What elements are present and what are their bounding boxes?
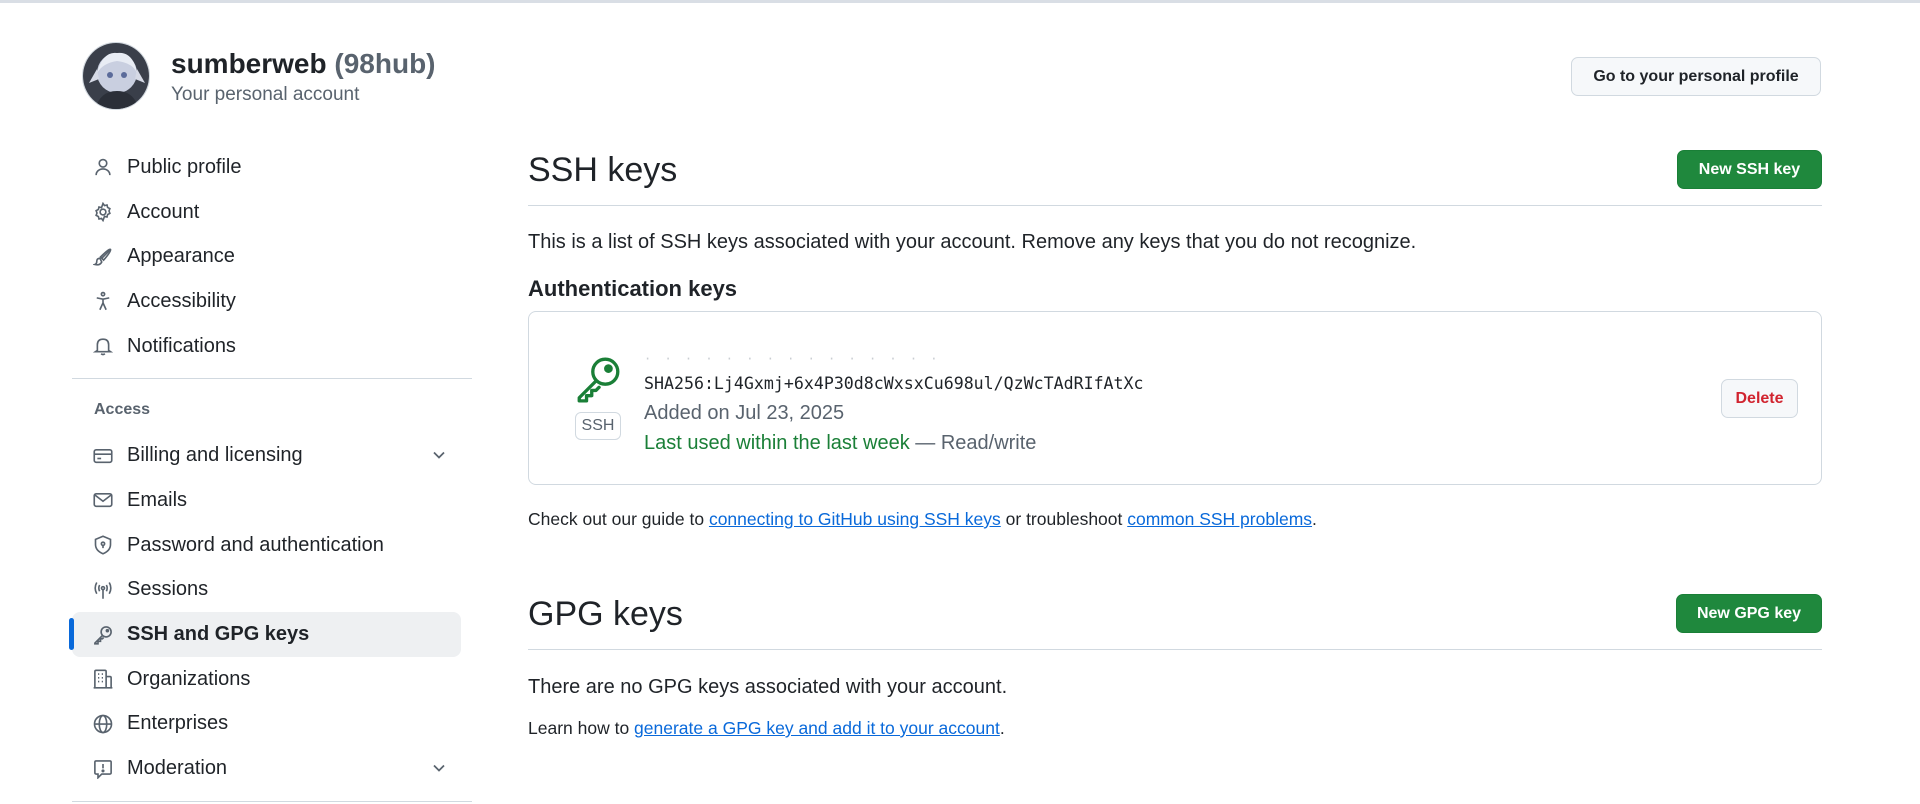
sidebar-item-label: Sessions [127,578,209,601]
authentication-keys-heading: Authentication keys [528,276,738,301]
sidebar-item-label: Notifications [127,334,236,357]
ssh-key-item: SSH · · · · · · · · · · · · · · · SHA256… [528,311,1822,485]
sidebar-item-notifications[interactable]: Notifications [72,324,461,369]
gpg-keys-header: GPG keys [528,584,1822,650]
ssh-help-text: Check out our guide to connecting to Git… [528,509,1317,530]
key-access-level: — Read/write [915,432,1037,454]
paintbrush-icon [92,246,114,268]
sidebar-item-ssh-gpg-keys[interactable]: SSH and GPG keys [69,612,461,657]
avatar[interactable] [82,42,150,110]
help-prefix: Learn how to [528,718,635,738]
key-icon [92,624,114,646]
sidebar-item-accessibility[interactable]: Accessibility [72,279,461,324]
chevron-down-icon[interactable] [429,445,449,465]
account-handle: (98hub) [334,47,436,79]
ssh-keys-title: SSH keys [528,151,678,189]
report-icon [92,758,114,780]
sidebar-divider [72,800,472,802]
sidebar-item-organizations[interactable]: Organizations [72,657,461,702]
sidebar-item-account[interactable]: Account [72,190,461,235]
sidebar-item-appearance[interactable]: Appearance [72,234,461,279]
ssh-key-last-used: Last used within the last week — Read/wr… [644,432,1036,455]
key-title-blurred: · · · · · · · · · · · · · · · [644,352,941,366]
help-suffix: . [1312,509,1317,529]
ssh-troubleshoot-link[interactable]: common SSH problems [1127,509,1312,529]
organization-icon [92,668,114,690]
sidebar-item-moderation[interactable]: Moderation [72,746,461,791]
top-border [0,0,1920,3]
sidebar-item-label: Appearance [127,245,235,268]
bell-icon [92,335,114,357]
sidebar-section-access: Access [94,401,151,419]
mail-icon [92,489,114,511]
shield-lock-icon [92,534,114,556]
sidebar-item-label: Enterprises [127,712,229,735]
ssh-key-added-date: Added on Jul 23, 2025 [644,402,845,424]
sidebar-item-label: Accessibility [127,289,236,312]
account-header: sumberweb (98hub) Your personal account [82,42,436,110]
accessibility-icon [92,290,114,312]
sidebar-item-label: Public profile [127,155,242,178]
sidebar-item-public-profile[interactable]: Public profile [72,145,461,190]
help-suffix: . [999,718,1005,738]
new-gpg-key-button[interactable]: New GPG key [1676,594,1822,633]
chevron-down-icon[interactable] [429,758,449,778]
active-indicator [69,618,74,651]
sidebar-divider [72,378,472,380]
person-icon [92,156,114,178]
gpg-keys-title: GPG keys [528,595,683,633]
sidebar-item-label: Emails [127,488,188,511]
sidebar-item-label: Account [127,200,200,223]
ssh-key-fingerprint: SHA256:Lj4Gxmj+6x4P30d8cWxsxCu698ul/QzWc… [644,374,1144,393]
new-ssh-key-button[interactable]: New SSH key [1677,150,1822,189]
sidebar-item-label: SSH and GPG keys [127,623,310,646]
delete-ssh-key-button[interactable]: Delete [1721,379,1798,418]
help-middle: or troubleshoot [1000,509,1128,529]
sidebar-item-label: Organizations [127,667,251,690]
sidebar-item-enterprises[interactable]: Enterprises [72,702,461,747]
broadcast-icon [92,579,114,601]
ssh-guide-link[interactable]: connecting to GitHub using SSH keys [709,509,1001,529]
sidebar-item-emails[interactable]: Emails [72,478,461,523]
username: sumberweb [171,47,327,79]
sidebar-item-sessions[interactable]: Sessions [72,568,461,613]
account-name: sumberweb (98hub) [171,46,436,82]
ssh-key-type-badge: SSH [575,412,621,440]
ssh-keys-header: SSH keys [528,140,1822,206]
sidebar-item-label: Moderation [127,757,228,780]
globe-icon [92,713,114,735]
ssh-description: This is a list of SSH keys associated wi… [528,231,1417,253]
sidebar-item-password-auth[interactable]: Password and authentication [72,523,461,568]
gear-icon [92,201,114,223]
go-to-profile-button[interactable]: Go to your personal profile [1571,57,1821,96]
key-large-icon [573,354,633,409]
sidebar-item-label: Password and authentication [127,533,384,556]
sidebar-item-billing[interactable]: Billing and licensing [72,433,461,478]
gpg-empty-text: There are no GPG keys associated with yo… [528,676,1008,698]
gpg-guide-link[interactable]: generate a GPG key and add it to your ac… [634,718,1000,738]
credit-card-icon [92,445,114,467]
help-prefix: Check out our guide to [528,509,709,529]
last-used-text: Last used within the last week [644,432,910,454]
sidebar-item-label: Billing and licensing [127,444,303,467]
account-subtitle: Your personal account [171,83,360,105]
settings-sidebar: Public profile Account Appearance Access… [69,145,472,802]
gpg-help-text: Learn how to generate a GPG key and add … [528,718,1005,739]
